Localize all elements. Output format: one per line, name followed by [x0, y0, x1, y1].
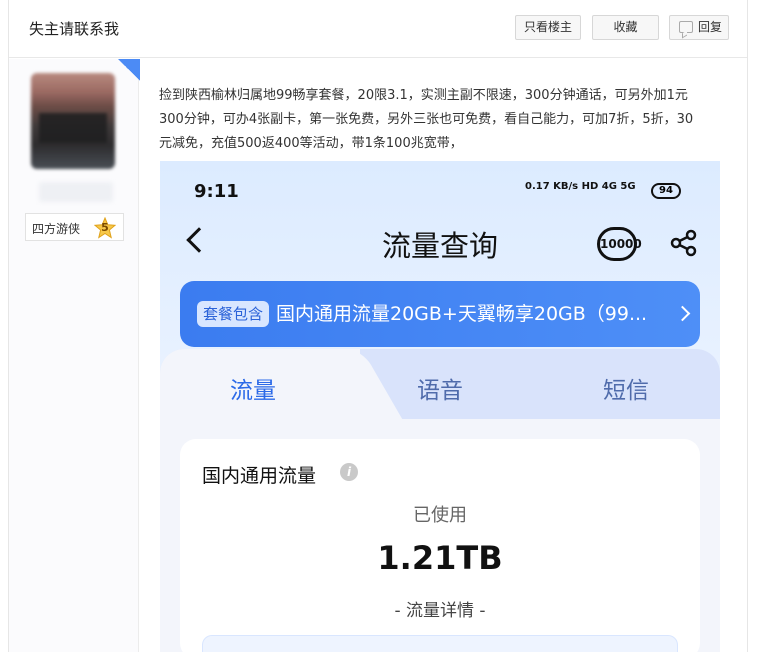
corner-ribbon-icon	[118, 59, 140, 81]
post-body: 捡到陕西榆林归属地99畅享套餐，20限3.1，实测主副不限速，300分钟通话，可…	[159, 84, 739, 156]
post-line: 元减免，充值500返400等活动，带1条100兆宽带，	[159, 136, 463, 151]
plan-description: 国内通用流量20GB+天翼畅享20GB（99...	[276, 303, 648, 325]
chevron-right-icon	[674, 305, 691, 322]
username[interactable]	[39, 182, 113, 202]
reply-button[interactable]: 回复	[669, 15, 729, 40]
hotline-icon: 10000	[597, 227, 642, 261]
battery-icon: 94	[651, 183, 681, 199]
post-frame: 失主请联系我 只看楼主 收藏 回复 四方游侠 5 捡到陕西榆林归属地99畅享套餐…	[8, 0, 748, 652]
level-star-icon: 5	[93, 216, 117, 239]
favorite-button[interactable]: 收藏	[592, 15, 659, 40]
tab-data: 流量	[230, 378, 276, 404]
used-label: 已使用	[413, 505, 467, 526]
plan-tag: 套餐包含	[197, 301, 270, 327]
post-line: 捡到陕西榆林归属地99畅享套餐，20限3.1，实测主副不限速，300分钟通话，可…	[159, 88, 688, 103]
attached-screenshot[interactable]: 9:11 0.17 KB/s HD 4G 5G 94 流量查询 10000 套餐…	[160, 161, 720, 652]
user-title-label: 四方游侠	[32, 222, 81, 236]
user-level: 5	[101, 221, 109, 234]
usage-subcard	[202, 635, 678, 652]
signal-icons: HD 4G 5G	[581, 181, 636, 192]
only-op-button[interactable]: 只看楼主	[515, 15, 581, 40]
post-line: 300分钟，可办4张副卡，第一张免费，另外三张也可免费，看自己能力，可加7折，5…	[159, 112, 694, 127]
reply-label: 回复	[698, 20, 723, 34]
used-value: 1.21TB	[377, 539, 503, 577]
tab-voice: 语音	[417, 378, 463, 404]
user-title-badge: 四方游侠 5	[25, 213, 124, 241]
status-time: 9:11	[194, 181, 239, 202]
reply-icon	[679, 21, 693, 33]
avatar[interactable]	[31, 73, 115, 169]
thread-header: 失主请联系我 只看楼主 收藏 回复	[9, 0, 747, 58]
tab-sms: 短信	[603, 378, 649, 404]
user-sidebar: 四方游侠 5	[9, 59, 140, 652]
usage-card: 国内通用流量 i 已使用 1.21TB - 流量详情 -	[180, 439, 700, 652]
plan-banner: 套餐包含 国内通用流量20GB+天翼畅享20GB（99...	[180, 281, 700, 347]
share-icon	[670, 229, 697, 257]
usage-detail-link: - 流量详情 -	[394, 601, 486, 621]
info-icon: i	[340, 463, 358, 481]
thread-title: 失主请联系我	[29, 20, 120, 38]
usage-card-title: 国内通用流量	[202, 465, 317, 487]
net-speed: 0.17 KB/s	[525, 181, 579, 192]
usage-tabs: 流量 语音 短信	[160, 349, 720, 419]
status-indicators: 0.17 KB/s HD 4G 5G	[525, 181, 636, 192]
